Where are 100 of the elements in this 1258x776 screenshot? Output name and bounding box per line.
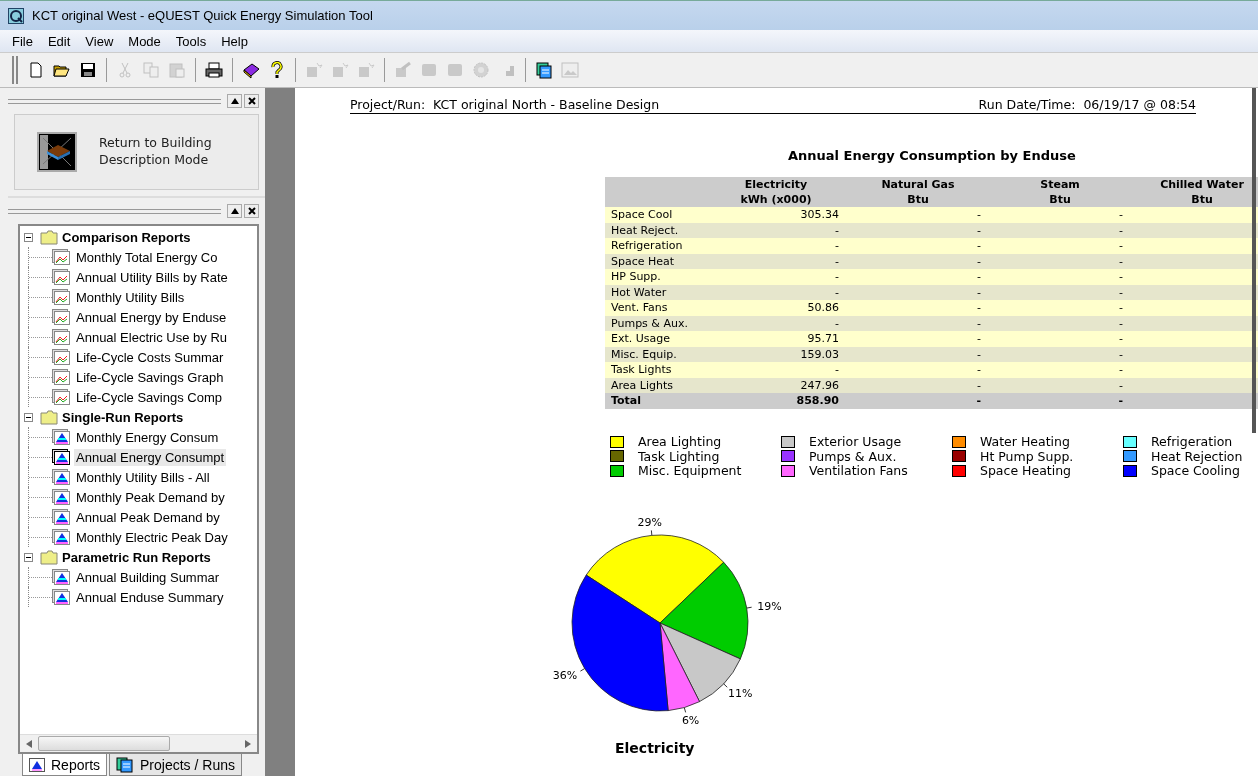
run-date-text: Run Date/Time: 06/19/17 @ 08:54 (978, 97, 1196, 112)
legend-label: Ventilation Fans (809, 463, 908, 479)
table-cell: - (1119, 301, 1123, 315)
table-cell: - (1119, 378, 1123, 392)
panel-tab[interactable]: Reports (22, 754, 108, 776)
slice-label: 11% (728, 686, 753, 700)
triangle-chart-icon (29, 757, 45, 772)
legend-label: Pumps & Aux. (809, 448, 897, 464)
panel-tab[interactable]: Projects / Runs (109, 754, 242, 776)
left-arrow-icon[interactable] (26, 739, 32, 748)
table-cell: - (835, 270, 839, 284)
table-cell: - (977, 239, 981, 253)
mode-button[interactable]: Return to Building Description Mode (14, 114, 259, 190)
vertical-scrollbar[interactable] (1252, 88, 1256, 433)
table-cell: - (1118, 394, 1123, 408)
menu-item[interactable]: Edit (40, 33, 79, 49)
column-header: Steam Btu (1039, 177, 1081, 207)
tree-group-label[interactable]: Comparison Reports (62, 229, 191, 245)
report-tree-item[interactable]: Monthly Utility Bills - All (74, 468, 212, 486)
line-chart-icon (52, 389, 70, 405)
report-tree-item[interactable]: Life-Cycle Savings Graph (74, 368, 226, 386)
table-cell: - (1119, 254, 1123, 268)
table-cell: - (977, 285, 981, 299)
table-cell: - (1119, 208, 1123, 222)
tree-group-label[interactable]: Single-Run Reports (62, 409, 184, 425)
table-cell: 305.34 (800, 208, 839, 222)
pane-grip[interactable] (8, 208, 221, 214)
menu-item[interactable]: Mode (121, 33, 169, 49)
close-button[interactable] (244, 94, 259, 108)
pane-up-button[interactable] (227, 204, 242, 218)
report-tree-item[interactable]: Annual Building Summar (74, 568, 222, 586)
collapse-icon[interactable] (24, 412, 33, 422)
slice-label: 29% (637, 516, 662, 530)
table-cell: - (835, 239, 839, 253)
legend-label: Refrigeration (1151, 434, 1233, 450)
table-cell: - (835, 223, 839, 237)
pane-grip[interactable] (8, 98, 221, 104)
menu-item[interactable]: File (5, 33, 41, 49)
leader-line (579, 668, 586, 672)
tree-group-label[interactable]: Parametric Run Reports (62, 549, 211, 565)
table-cell: - (1119, 316, 1123, 330)
triangle-chart-icon (52, 489, 70, 505)
legend-label: Space Cooling (1151, 463, 1240, 479)
row-label: Ext. Usage (610, 332, 672, 346)
collapse-icon[interactable] (24, 552, 33, 562)
report-tree-item[interactable]: Monthly Total Energy Co (74, 248, 220, 266)
slice-label: 19% (757, 599, 782, 613)
triangle-chart-icon (52, 449, 70, 465)
report-title: Annual Energy Consumption by Enduse (788, 148, 1077, 163)
report-tree-item[interactable]: Life-Cycle Costs Summar (74, 348, 226, 366)
chart-title: Electricity (615, 740, 695, 756)
pane-up-button[interactable] (227, 94, 242, 108)
printer-icon[interactable] (205, 61, 223, 79)
table-cell: - (835, 316, 839, 330)
right-arrow-icon[interactable] (245, 739, 251, 748)
table-cell: - (1119, 239, 1123, 253)
book-icon[interactable] (242, 61, 260, 79)
table-cell: - (977, 363, 981, 377)
report-tree-item[interactable]: Monthly Electric Peak Day (74, 528, 230, 546)
legend-label: Space Heating (980, 463, 1072, 479)
row-label: Total (610, 394, 643, 408)
document-icon[interactable] (27, 61, 45, 79)
menu-item[interactable]: View (78, 33, 122, 49)
report-tree-item[interactable]: Annual Electric Use by Ru (74, 328, 229, 346)
report-tree-item[interactable]: Annual Utility Bills by Rate (74, 268, 230, 286)
table-cell: - (1119, 223, 1123, 237)
close-button[interactable] (244, 204, 259, 218)
report-tree-item[interactable]: Monthly Peak Demand by (74, 488, 227, 506)
up-arrow-icon (230, 208, 239, 214)
report-tree-item[interactable]: Annual Energy by Enduse (74, 308, 229, 326)
row-label: Refrigeration (610, 239, 684, 253)
report-tree-item[interactable]: Annual Enduse Summary (74, 588, 226, 606)
menu-item[interactable]: Tools (168, 33, 215, 49)
report-tree-item[interactable]: Monthly Energy Consum (74, 428, 221, 446)
project-run-text: Project/Run: KCT original North - Baseline Design (350, 97, 660, 112)
collapse-icon[interactable] (24, 232, 33, 242)
stacked-pages-icon[interactable] (535, 61, 553, 79)
table-cell: - (1119, 347, 1123, 361)
legend-label: Ht Pump Supp. (980, 448, 1074, 464)
help-icon[interactable] (268, 61, 286, 79)
leader-line (683, 707, 687, 713)
table-cell: - (976, 394, 981, 408)
horizontal-scrollbar[interactable] (20, 734, 257, 752)
report-tree-item[interactable]: Monthly Utility Bills (74, 288, 187, 306)
folder-icon (40, 229, 58, 245)
row-label: Task Lights (610, 363, 673, 377)
toolbar-grip[interactable] (12, 56, 18, 84)
row-label: Misc. Equip. (610, 347, 678, 361)
leader-line (650, 529, 653, 536)
table-cell: - (977, 316, 981, 330)
table-cell: - (835, 285, 839, 299)
menu-item[interactable]: Help (214, 33, 256, 49)
report-tree-item[interactable]: Life-Cycle Savings Comp (74, 388, 224, 406)
slice-label: 6% (681, 714, 700, 728)
table-cell: - (835, 254, 839, 268)
report-tree-item[interactable]: Annual Energy Consumpt (74, 448, 227, 466)
triangle-chart-icon (52, 569, 70, 585)
report-tree-item[interactable]: Annual Peak Demand by (74, 508, 222, 526)
column-header: Electricity kWh (x000) (739, 177, 813, 207)
table-cell: - (977, 270, 981, 284)
